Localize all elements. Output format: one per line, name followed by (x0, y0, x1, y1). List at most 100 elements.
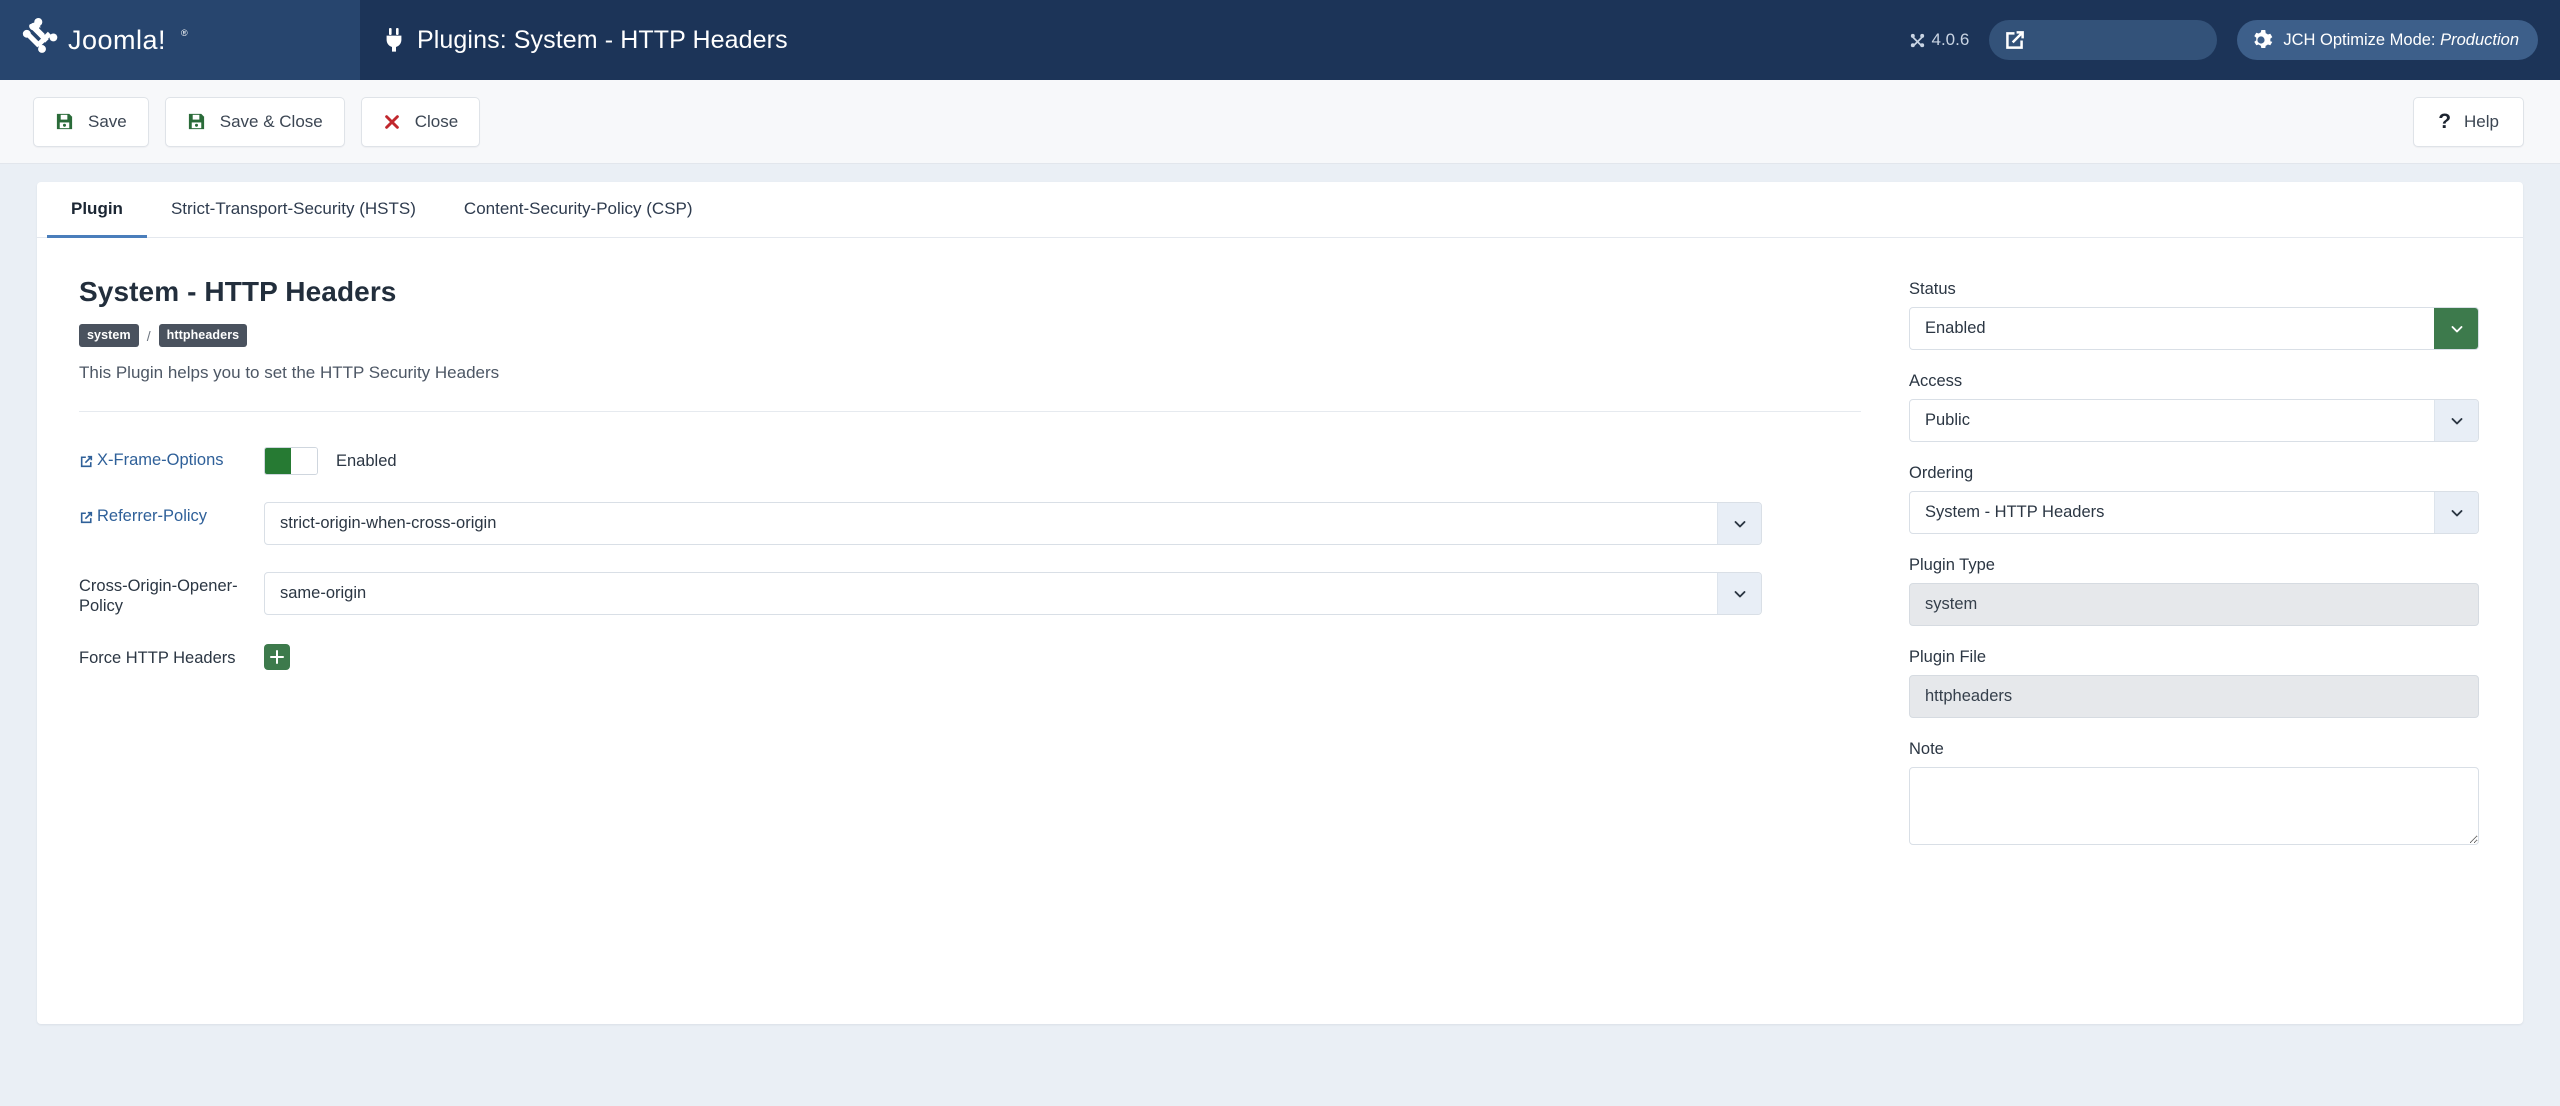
external-link-icon (2006, 30, 2025, 49)
svg-text:Joomla!: Joomla! (68, 25, 166, 55)
label-cross-origin-opener-policy: Cross-Origin-Opener-Policy (79, 572, 264, 617)
plug-icon (386, 28, 402, 52)
label-text: Referrer-Policy (97, 507, 208, 525)
field-row-referrer-policy: Referrer-Policy strict-origin-when-cross… (79, 502, 1869, 545)
tab-csp[interactable]: Content-Security-Policy (CSP) (440, 182, 717, 238)
save-and-close-button[interactable]: Save & Close (164, 96, 345, 147)
status-select[interactable]: Enabled (1909, 307, 2479, 350)
page-title: Plugins: System - HTTP Headers (417, 25, 788, 54)
external-link-icon (80, 455, 93, 468)
badge-plugin-type: system (79, 324, 139, 347)
ordering-select[interactable]: System - HTTP Headers (1909, 491, 2479, 534)
chevron-down-icon (2434, 400, 2478, 441)
plugin-file-label: Plugin File (1909, 648, 1987, 666)
plugin-title: System - HTTP Headers (79, 276, 397, 307)
status-label: Status (1909, 280, 1956, 298)
tab-hsts[interactable]: Strict-Transport-Security (HSTS) (147, 182, 440, 238)
save-button[interactable]: Save (33, 96, 149, 147)
access-value: Public (1925, 411, 1970, 429)
field-status: Status Enabled (1909, 280, 2479, 350)
jch-mode-value: Production (2440, 30, 2519, 49)
help-button[interactable]: ? Help (2413, 96, 2524, 147)
access-select[interactable]: Public (1909, 399, 2479, 442)
status-value: Enabled (1925, 319, 1986, 337)
joomla-version: 4.0.6 (1910, 30, 1970, 50)
tab-plugin-label: Plugin (71, 198, 123, 218)
control-xframe-options: Enabled (264, 446, 1869, 475)
help-label: Help (2464, 111, 2499, 131)
xframe-toggle-switch[interactable] (264, 447, 318, 475)
toolbar: Save Save & Close Close ? Help (0, 80, 2560, 164)
field-row-xframe-options: X-Frame-Options Enabled (79, 446, 1869, 475)
field-note: Note (1909, 740, 2479, 850)
label-text: Force HTTP Headers (79, 648, 236, 667)
field-row-cross-origin-opener-policy: Cross-Origin-Opener-Policy same-origin (79, 572, 1869, 617)
access-label: Access (1909, 372, 1963, 390)
referrer-policy-select[interactable]: strict-origin-when-cross-origin (264, 502, 1762, 545)
plugin-edit-card: Plugin Strict-Transport-Security (HSTS) … (37, 182, 2523, 1024)
save-label: Save (88, 111, 127, 131)
plugin-type-value: system (1909, 583, 2479, 626)
field-ordering: Ordering System - HTTP Headers (1909, 464, 2479, 534)
plugin-badges: system / httpheaders (79, 324, 1869, 347)
chevron-down-icon (2434, 308, 2478, 349)
header-actions: 4.0.6 JCH Optimize Mode: Production (1910, 20, 2538, 60)
joomla-wordmark: Joomla! ® (68, 25, 188, 55)
xframe-toggle-group: Enabled (264, 446, 1869, 475)
control-referrer-policy: strict-origin-when-cross-origin (264, 502, 1869, 545)
svg-text:®: ® (181, 28, 188, 38)
ordering-value: System - HTTP Headers (1925, 503, 2105, 521)
save-icon (56, 113, 73, 130)
close-x-icon (384, 114, 399, 129)
note-input[interactable] (1909, 767, 2479, 845)
chevron-down-icon (1717, 503, 1761, 544)
close-button[interactable]: Close (360, 96, 481, 147)
site-preview-button[interactable] (1989, 20, 2218, 60)
add-http-header-button[interactable] (264, 643, 290, 670)
joomla-logo-icon (22, 18, 58, 53)
badge-plugin-file: httpheaders (158, 324, 248, 347)
toggle-on-half (265, 448, 291, 474)
joomla-logo[interactable]: Joomla! ® (0, 0, 360, 80)
label-text: X-Frame-Options (97, 451, 224, 469)
joomla-mark-small-icon (1910, 33, 1924, 47)
plugin-type-label: Plugin Type (1909, 556, 1995, 574)
label-x-frame-options[interactable]: X-Frame-Options (79, 446, 264, 471)
tab-hsts-label: Strict-Transport-Security (HSTS) (170, 198, 416, 218)
close-label: Close (414, 111, 459, 131)
toggle-off-half (291, 448, 317, 474)
tab-bar: Plugin Strict-Transport-Security (HSTS) … (37, 182, 2523, 238)
label-text: Cross-Origin-Opener-Policy (79, 577, 238, 615)
page-title-group: Plugins: System - HTTP Headers (384, 26, 788, 55)
field-row-force-http-headers: Force HTTP Headers (79, 643, 1869, 675)
save-icon (188, 113, 204, 130)
chevron-down-icon (2434, 492, 2478, 533)
ordering-label: Ordering (1909, 464, 1974, 482)
toolbar-left-group: Save Save & Close Close (33, 96, 481, 147)
main-column: System - HTTP Headers system / httpheade… (79, 276, 1869, 872)
cross-origin-opener-policy-value: same-origin (280, 584, 367, 602)
header-main-bar: Plugins: System - HTTP Headers 4.0.6 JCH… (360, 0, 2560, 80)
referrer-policy-value: strict-origin-when-cross-origin (280, 514, 497, 532)
control-cross-origin-opener-policy: same-origin (264, 572, 1869, 615)
jch-label: JCH Optimize Mode: Production (2283, 30, 2519, 49)
note-label: Note (1909, 740, 1944, 758)
control-force-http-headers (264, 643, 1869, 675)
badge-separator: / (146, 327, 151, 344)
card-body: System - HTTP Headers system / httpheade… (37, 238, 2523, 912)
label-referrer-policy[interactable]: Referrer-Policy (79, 502, 264, 527)
top-header: Joomla! ® Plugins: System - HTTP Headers (0, 0, 2560, 80)
plugin-description: This Plugin helps you to set the HTTP Se… (79, 363, 1861, 412)
tab-plugin[interactable]: Plugin (47, 182, 147, 238)
tab-csp-label: Content-Security-Policy (CSP) (463, 198, 693, 218)
field-access: Access Public (1909, 372, 2479, 442)
question-mark-icon: ? (2438, 110, 2452, 133)
version-number: 4.0.6 (1931, 30, 1970, 49)
save-and-close-label: Save & Close (219, 111, 323, 131)
field-plugin-file: Plugin File httpheaders (1909, 648, 2479, 718)
field-plugin-type: Plugin Type system (1909, 556, 2479, 626)
cross-origin-opener-policy-select[interactable]: same-origin (264, 572, 1762, 615)
jch-optimize-mode-button[interactable]: JCH Optimize Mode: Production (2237, 20, 2538, 60)
external-link-icon (80, 511, 93, 524)
plugin-file-value: httpheaders (1909, 675, 2479, 718)
